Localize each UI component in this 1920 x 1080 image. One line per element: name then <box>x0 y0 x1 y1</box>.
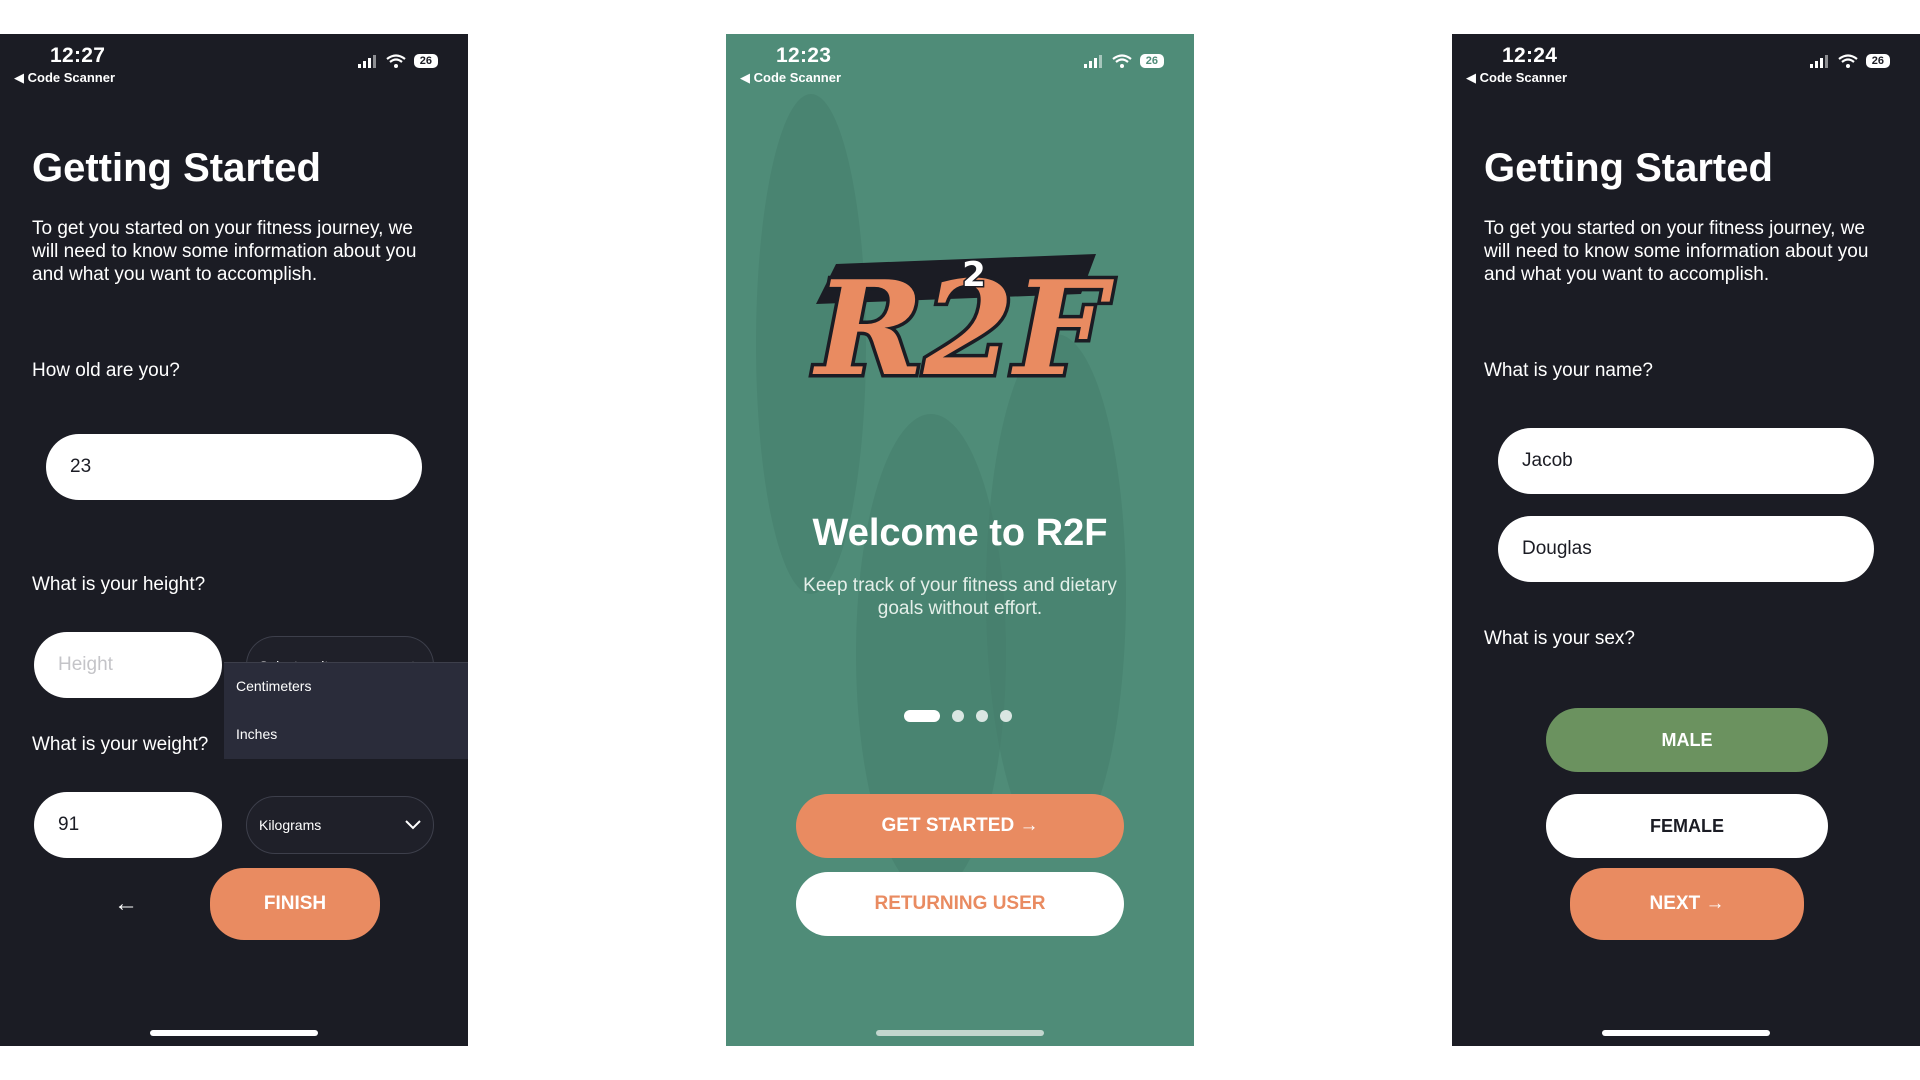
height-question: What is your height? <box>32 574 206 595</box>
battery-indicator: 26 <box>1865 54 1890 68</box>
male-button[interactable]: MALE <box>1546 708 1828 772</box>
carousel-dot-active[interactable] <box>904 710 940 722</box>
last-name-input[interactable]: Douglas <box>1498 516 1874 582</box>
home-indicator <box>1602 1030 1770 1036</box>
returning-user-button[interactable]: RETURNING USER <box>796 872 1124 936</box>
dropdown-option-centimeters[interactable]: Centimeters <box>224 663 468 711</box>
status-icons: 26 <box>357 54 438 68</box>
weight-value: 91 <box>58 814 80 835</box>
weight-unit-value: Kilograms <box>259 817 322 833</box>
phone-screen-right: 12:24 ◀ Code Scanner 26 Getting Started … <box>1452 34 1920 1046</box>
signal-icon <box>1083 54 1102 68</box>
intro-text: To get you started on your fitness journ… <box>1484 218 1869 285</box>
r2f-logo: R2F 2 <box>808 249 1117 405</box>
home-indicator <box>876 1030 1044 1036</box>
get-started-button[interactable]: GET STARTED → <box>796 794 1124 858</box>
last-name-value: Douglas <box>1522 538 1592 559</box>
page-title: Getting Started <box>32 146 321 190</box>
intro-text: To get you started on your fitness journ… <box>32 218 417 285</box>
wifi-icon <box>1838 54 1858 68</box>
carousel-dot[interactable] <box>976 710 988 722</box>
weight-unit-select[interactable]: Kilograms <box>246 796 434 854</box>
finish-button[interactable]: FINISH <box>210 868 380 940</box>
height-placeholder: Height <box>58 654 113 675</box>
welcome-title: Welcome to R2F <box>812 512 1108 554</box>
phone-screen-middle: 12:23 ◀ Code Scanner 26 R2F 2 Welcome to… <box>726 34 1194 1046</box>
signal-icon <box>1809 54 1828 68</box>
age-value: 23 <box>70 456 92 477</box>
sex-question: What is your sex? <box>1484 628 1635 649</box>
age-question: How old are you? <box>32 360 180 381</box>
wifi-icon <box>1112 54 1132 68</box>
logo-superscript: 2 <box>962 255 986 295</box>
wifi-icon <box>386 54 406 68</box>
arrow-left-icon[interactable]: ← <box>114 890 138 918</box>
dropdown-option-inches[interactable]: Inches <box>224 711 468 759</box>
home-indicator <box>150 1030 318 1036</box>
carousel-indicator <box>904 710 1012 722</box>
back-to-code-scanner[interactable]: ◀ Code Scanner <box>14 70 115 86</box>
welcome-subtitle: Keep track of your fitness and dietary g… <box>803 575 1117 619</box>
status-icons: 26 <box>1083 54 1164 68</box>
first-name-input[interactable]: Jacob <box>1498 428 1874 494</box>
page-title: Getting Started <box>1484 146 1773 190</box>
back-to-code-scanner[interactable]: ◀ Code Scanner <box>740 70 841 86</box>
status-time: 12:27 <box>50 44 106 67</box>
height-unit-dropdown: Centimeters Inches <box>224 662 468 759</box>
next-button[interactable]: NEXT → <box>1570 868 1804 940</box>
back-to-code-scanner[interactable]: ◀ Code Scanner <box>1466 70 1567 86</box>
status-time: 12:23 <box>776 44 832 67</box>
phone-screen-left: 12:27 ◀ Code Scanner 26 Getting Started … <box>0 34 468 1046</box>
battery-indicator: 26 <box>413 54 438 68</box>
weight-question: What is your weight? <box>32 734 209 755</box>
height-input[interactable]: Height <box>34 632 222 698</box>
weight-input[interactable]: 91 <box>34 792 222 858</box>
female-button[interactable]: FEMALE <box>1546 794 1828 858</box>
name-question: What is your name? <box>1484 360 1653 381</box>
carousel-dot[interactable] <box>1000 710 1012 722</box>
carousel-dot[interactable] <box>952 710 964 722</box>
first-name-value: Jacob <box>1522 450 1573 471</box>
signal-icon <box>357 54 376 68</box>
chevron-down-icon <box>405 820 421 830</box>
age-input[interactable]: 23 <box>46 434 422 500</box>
battery-indicator: 26 <box>1139 54 1164 68</box>
status-time: 12:24 <box>1502 44 1558 67</box>
status-icons: 26 <box>1809 54 1890 68</box>
